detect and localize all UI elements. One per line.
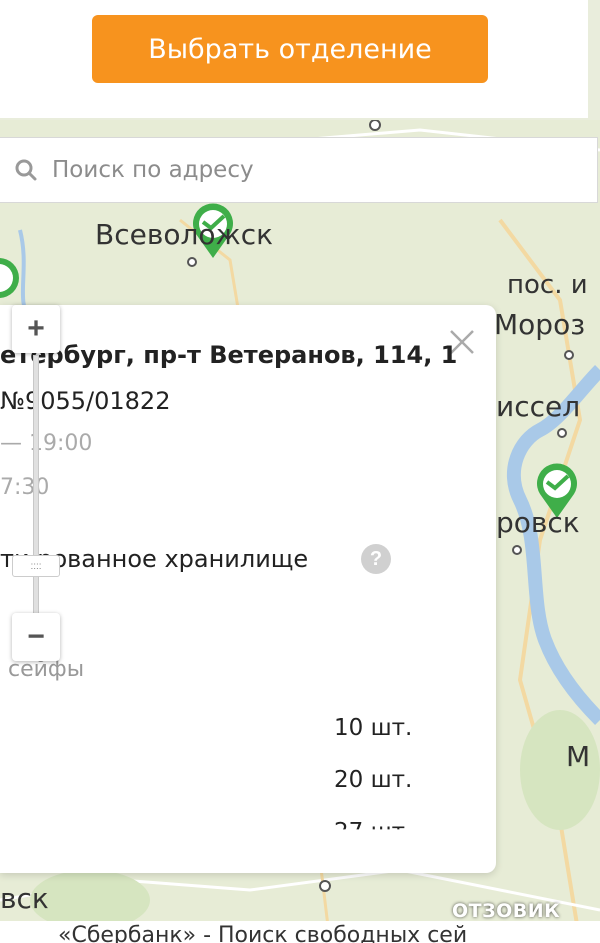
working-hours: — 19:00 — [0, 431, 93, 456]
search-bar — [0, 137, 598, 203]
zoom-slider-handle[interactable]: :::: — [12, 555, 60, 577]
map-label-vsk: вск — [0, 882, 49, 915]
map-label-vsevolozhsk: Всеволожск — [95, 218, 274, 251]
map-label-rovsk: ровск — [496, 506, 580, 539]
bottom-caption: «Сбербанк» - Поиск свободных сей — [0, 921, 600, 943]
branch-info-card: етербург, пр-т Ветеранов, 114, 1 №9055/0… — [0, 305, 496, 873]
working-hours-2: 7:30 — [0, 475, 50, 500]
safe-count-row: 27 шт. — [334, 819, 413, 845]
caption-text: «Сбербанк» - Поиск свободных сей — [58, 923, 468, 943]
zoom-out-button[interactable]: − — [12, 613, 60, 661]
sber-pin-partial-icon[interactable] — [0, 256, 22, 306]
safe-count-row: 20 шт. — [334, 767, 413, 793]
search-icon — [15, 159, 37, 181]
watermark-text: ОТЗОВИК — [452, 900, 561, 922]
select-branch-button[interactable]: Выбрать отделение — [92, 15, 488, 83]
branch-address: етербург, пр-т Ветеранов, 114, 1 — [0, 341, 458, 369]
top-bar: Выбрать отделение — [0, 0, 588, 118]
map-label-pos: пос. и — [507, 270, 588, 300]
help-icon[interactable]: ? — [361, 544, 391, 574]
map-label-moroz: Мороз — [494, 308, 586, 341]
branch-number: №9055/01822 — [0, 387, 171, 415]
search-input[interactable] — [50, 156, 554, 184]
safe-count-row: 10 шт. — [334, 715, 413, 741]
map-label-m: М — [566, 740, 591, 773]
watermark-logo: ОТЗОВИК — [452, 900, 560, 922]
map-label-kissel: иссел — [496, 390, 581, 423]
zoom-in-button[interactable]: + — [12, 305, 60, 353]
zoom-slider-track[interactable] — [33, 355, 39, 617]
